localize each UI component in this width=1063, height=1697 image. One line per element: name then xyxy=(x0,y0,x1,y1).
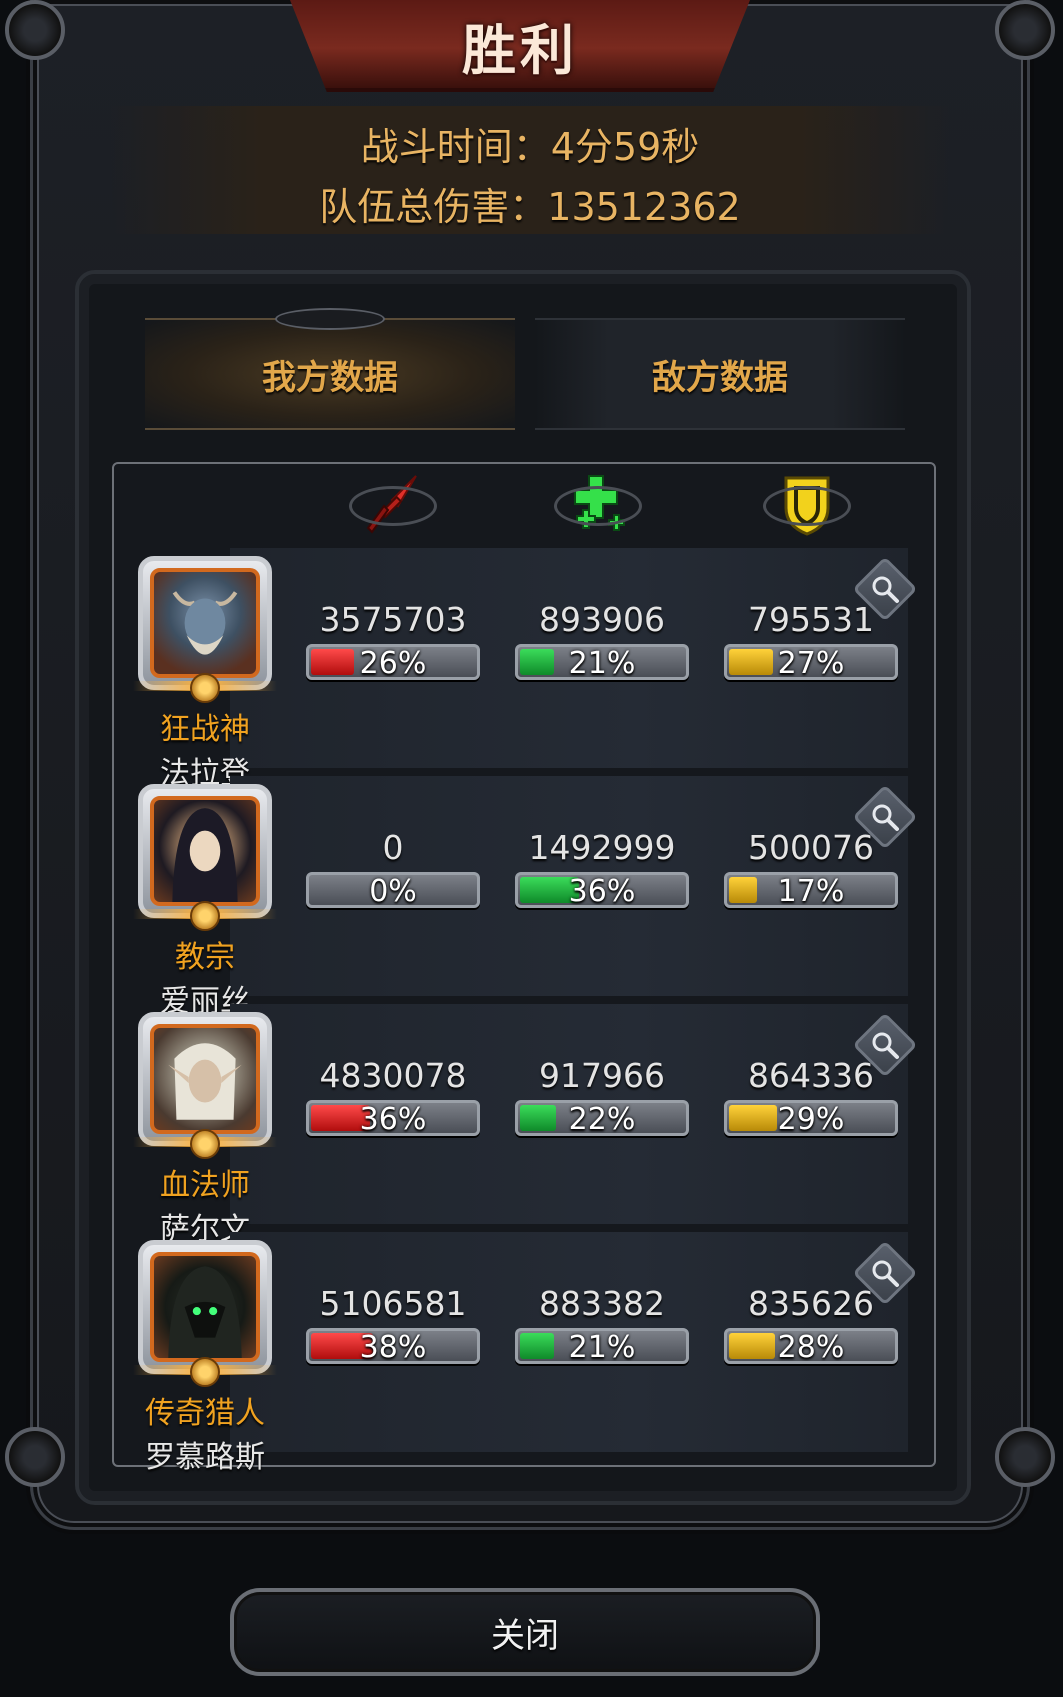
hero-portrait[interactable] xyxy=(133,556,277,703)
hero-rank-medal xyxy=(190,673,220,703)
damage-percent: 36% xyxy=(359,1102,427,1136)
hero-card[interactable]: 教宗 爱丽丝 xyxy=(133,784,277,1020)
heal-bar: 36% xyxy=(515,872,689,908)
close-button-label: 关闭 xyxy=(491,1615,559,1656)
defense-stat: 795531 27% xyxy=(724,600,898,680)
tab-enemy-data[interactable]: 敌方数据 xyxy=(535,318,905,430)
damage-value: 3575703 xyxy=(319,600,467,639)
victory-title: 胜利 xyxy=(462,19,578,82)
heal-percent: 36% xyxy=(568,874,636,908)
magnifier-icon xyxy=(872,1032,899,1059)
heal-stat: 893906 21% xyxy=(515,600,689,680)
close-button[interactable]: 关闭 xyxy=(230,1588,820,1676)
tab-ornament xyxy=(275,308,385,330)
team-total-damage: 队伍总伤害：13512362 xyxy=(319,185,741,229)
hero-title: 教宗 xyxy=(175,940,235,975)
hero-title: 传奇猎人 xyxy=(145,1396,265,1431)
heal-stat: 1492999 36% xyxy=(515,828,689,908)
hero-portrait[interactable] xyxy=(133,1240,277,1387)
horned-demon-portrait xyxy=(150,568,260,678)
header-ring xyxy=(554,486,642,526)
title-banner: 胜利 xyxy=(290,0,750,92)
tab-enemy-data-label: 敌方数据 xyxy=(652,357,788,398)
heal-bar: 21% xyxy=(515,644,689,680)
magnifier-icon xyxy=(872,576,899,603)
hero-portrait[interactable] xyxy=(133,784,277,931)
damage-percent: 38% xyxy=(359,1330,427,1364)
frame-corner-ornament xyxy=(995,0,1055,60)
damage-column-header xyxy=(348,470,438,540)
hero-rank-medal xyxy=(190,1129,220,1159)
tab-our-data-label: 我方数据 xyxy=(262,357,398,398)
heal-stat: 917966 22% xyxy=(515,1056,689,1136)
damage-bar: 36% xyxy=(306,1100,480,1136)
damage-value: 4830078 xyxy=(319,1056,467,1095)
heal-value: 893906 xyxy=(539,600,665,639)
damage-percent: 0% xyxy=(369,874,417,908)
header-ring xyxy=(349,486,437,526)
hero-card[interactable]: 狂战神 法拉登 xyxy=(133,556,277,792)
heal-value: 883382 xyxy=(539,1284,665,1323)
heal-value: 917966 xyxy=(539,1056,665,1095)
heal-column-header xyxy=(553,470,643,540)
battle-time: 战斗时间：4分59秒 xyxy=(360,125,700,169)
hero-name: 罗慕路斯 xyxy=(145,1440,265,1475)
damage-stat: 5106581 38% xyxy=(306,1284,480,1364)
frame-corner-ornament xyxy=(995,1427,1055,1487)
elf-mage-portrait xyxy=(150,1024,260,1134)
damage-stat: 4830078 36% xyxy=(306,1056,480,1136)
heal-percent: 21% xyxy=(568,1330,636,1364)
damage-percent: 26% xyxy=(359,646,427,680)
damage-value: 0 xyxy=(382,828,404,867)
defense-stat: 864336 29% xyxy=(724,1056,898,1136)
damage-bar: 38% xyxy=(306,1328,480,1364)
tab-our-data[interactable]: 我方数据 xyxy=(145,308,515,430)
frame-corner-ornament xyxy=(5,1427,65,1487)
damage-value: 5106581 xyxy=(319,1284,467,1323)
header-ring xyxy=(763,486,851,526)
magnifier-icon xyxy=(872,804,899,831)
heal-bar: 22% xyxy=(515,1100,689,1136)
defense-percent: 27% xyxy=(777,646,845,680)
heal-percent: 21% xyxy=(568,646,636,680)
heal-percent: 22% xyxy=(568,1102,636,1136)
damage-bar: 0% xyxy=(306,872,480,908)
defense-bar: 17% xyxy=(724,872,898,908)
hero-card[interactable]: 血法师 萨尔文 xyxy=(133,1012,277,1248)
defense-bar: 29% xyxy=(724,1100,898,1136)
heal-bar: 21% xyxy=(515,1328,689,1364)
damage-stat: 0 0% xyxy=(306,828,480,908)
hooded-hunter-portrait xyxy=(150,1252,260,1362)
defense-stat: 500076 17% xyxy=(724,828,898,908)
battle-summary: 战斗时间：4分59秒 队伍总伤害：13512362 xyxy=(110,106,950,234)
defense-percent: 28% xyxy=(777,1330,845,1364)
damage-bar: 26% xyxy=(306,644,480,680)
hero-rank-medal xyxy=(190,901,220,931)
hero-title: 狂战神 xyxy=(160,712,250,747)
hero-rank-medal xyxy=(190,1357,220,1387)
hero-title: 血法师 xyxy=(160,1168,250,1203)
defense-column-header xyxy=(762,470,852,540)
hero-card[interactable]: 传奇猎人 罗慕路斯 xyxy=(133,1240,277,1476)
defense-percent: 17% xyxy=(777,874,845,908)
heal-stat: 883382 21% xyxy=(515,1284,689,1364)
damage-stat: 3575703 26% xyxy=(306,600,480,680)
hero-portrait[interactable] xyxy=(133,1012,277,1159)
defense-percent: 29% xyxy=(777,1102,845,1136)
frame-corner-ornament xyxy=(5,0,65,60)
defense-bar: 28% xyxy=(724,1328,898,1364)
defense-bar: 27% xyxy=(724,644,898,680)
defense-stat: 835626 28% xyxy=(724,1284,898,1364)
hooded-priestess-portrait xyxy=(150,796,260,906)
heal-value: 1492999 xyxy=(528,828,676,867)
magnifier-icon xyxy=(872,1260,899,1287)
